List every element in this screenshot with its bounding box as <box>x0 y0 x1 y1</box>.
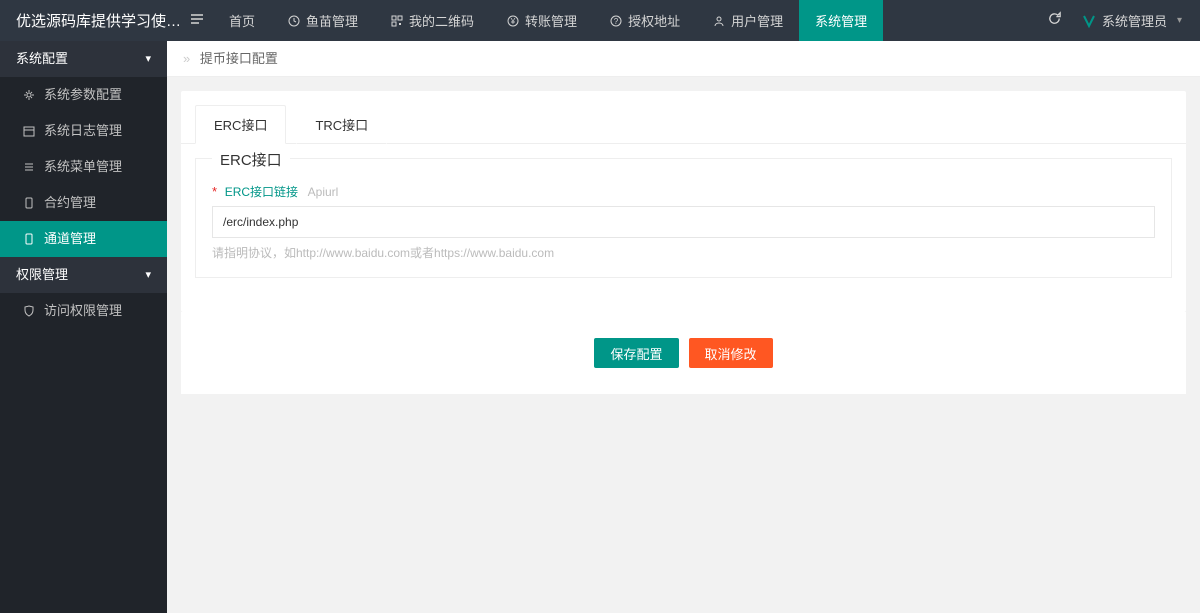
tab-trc[interactable]: TRC接口 <box>296 105 387 144</box>
save-button[interactable]: 保存配置 <box>594 338 678 368</box>
chevron-down-icon: ▾ <box>145 257 151 293</box>
list-icon <box>22 160 36 174</box>
logo-text: 优选源码库提供学习使… <box>0 10 181 31</box>
sidebar-item-sysparam[interactable]: 系统参数配置 <box>0 77 167 113</box>
v-logo-icon <box>1082 14 1096 28</box>
sidebar-item-syslog[interactable]: 系统日志管理 <box>0 113 167 149</box>
tab-erc[interactable]: ERC接口 <box>195 105 286 144</box>
chevron-down-icon: ▾ <box>145 41 151 77</box>
field-help: 请指明协议，如http://www.baidu.com或者https://www… <box>212 244 1155 261</box>
breadcrumb: » 提币接口配置 <box>167 41 1200 77</box>
main-card: ERC接口 TRC接口 ERC接口 * ERC接口链接 Apiurl 请指明协议… <box>181 91 1186 312</box>
sidebar-item-channel[interactable]: 通道管理 <box>0 221 167 257</box>
calendar-icon <box>22 124 36 138</box>
sidebar: 系统配置 ▾ 系统参数配置 系统日志管理 系统菜单管理 合约管理 通道管理 权限… <box>0 41 167 613</box>
phone-icon <box>22 196 36 210</box>
top-nav: 首页 鱼苗管理 我的二维码 ¥转账管理 ?授权地址 用户管理 系统管理 <box>213 0 883 41</box>
refresh-icon <box>1047 11 1062 26</box>
field-hint: Apiurl <box>308 185 339 199</box>
nav-system[interactable]: 系统管理 <box>799 0 883 41</box>
content-area: » 提币接口配置 ERC接口 TRC接口 ERC接口 * ERC接口链接 Api… <box>167 41 1200 613</box>
qrcode-icon <box>390 14 404 28</box>
nav-auth-addr[interactable]: ?授权地址 <box>593 0 696 41</box>
yen-icon: ¥ <box>506 14 520 28</box>
nav-transfer[interactable]: ¥转账管理 <box>490 0 593 41</box>
nav-fish[interactable]: 鱼苗管理 <box>271 0 374 41</box>
tabs: ERC接口 TRC接口 <box>181 91 1186 144</box>
refresh-button[interactable] <box>1047 11 1062 30</box>
shield-icon <box>22 304 36 318</box>
required-mark: * <box>212 184 217 199</box>
nav-qrcode[interactable]: 我的二维码 <box>374 0 490 41</box>
field-label: ERC接口链接 <box>225 183 298 200</box>
menu-toggle-button[interactable] <box>181 12 213 29</box>
user-icon <box>712 14 726 28</box>
clock-icon <box>287 14 301 28</box>
svg-text:?: ? <box>614 17 619 26</box>
menu-icon <box>190 12 204 26</box>
header-right: 系统管理员 ▾ <box>1047 11 1200 30</box>
fieldset-title: ERC接口 <box>212 149 290 170</box>
form-actions: 保存配置 取消修改 <box>181 312 1186 394</box>
breadcrumb-sep-icon: » <box>183 51 190 66</box>
sidebar-item-contract[interactable]: 合约管理 <box>0 185 167 221</box>
apiurl-input[interactable] <box>212 206 1155 238</box>
user-menu-button[interactable]: 系统管理员 ▾ <box>1082 11 1182 30</box>
sidebar-item-sysmenu[interactable]: 系统菜单管理 <box>0 149 167 185</box>
page-title: 提币接口配置 <box>200 51 278 66</box>
fieldset-erc: ERC接口 * ERC接口链接 Apiurl 请指明协议，如http://www… <box>195 158 1172 278</box>
nav-home[interactable]: 首页 <box>213 0 271 41</box>
chevron-down-icon: ▾ <box>1177 15 1182 26</box>
questionmark-icon: ? <box>609 14 623 28</box>
sidebar-group-system[interactable]: 系统配置 ▾ <box>0 41 167 77</box>
cancel-button[interactable]: 取消修改 <box>689 338 773 368</box>
form-row-apiurl: * ERC接口链接 Apiurl 请指明协议，如http://www.baidu… <box>212 183 1155 261</box>
sidebar-item-accessperm[interactable]: 访问权限管理 <box>0 293 167 329</box>
nav-users[interactable]: 用户管理 <box>696 0 799 41</box>
gear-icon <box>22 88 36 102</box>
sidebar-group-perm[interactable]: 权限管理 ▾ <box>0 257 167 293</box>
svg-text:¥: ¥ <box>510 17 516 26</box>
top-header: 优选源码库提供学习使… 首页 鱼苗管理 我的二维码 ¥转账管理 ?授权地址 用户… <box>0 0 1200 41</box>
phone-icon <box>22 232 36 246</box>
